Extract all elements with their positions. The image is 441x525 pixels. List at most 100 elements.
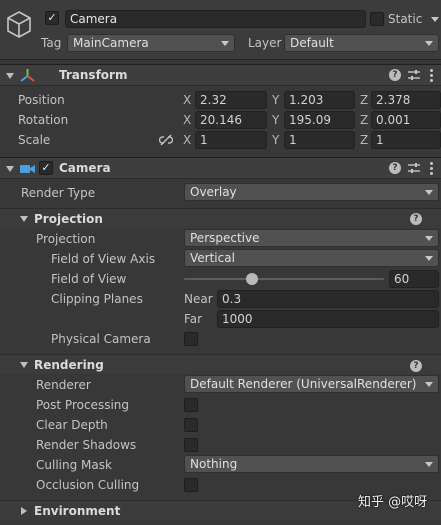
transform-header[interactable]: Transform ? — [0, 64, 441, 86]
transform-title: Transform — [59, 68, 128, 82]
chevron-down-icon — [425, 382, 433, 387]
foldout-arrow-icon[interactable] — [6, 73, 14, 79]
render-shadows-checkbox[interactable] — [184, 438, 198, 452]
help-icon[interactable]: ? — [389, 69, 401, 81]
camera-title: Camera — [59, 161, 111, 175]
scale-z-field[interactable]: 1 — [371, 131, 441, 149]
foldout-arrow-icon[interactable] — [21, 507, 27, 515]
render-type-dropdown[interactable]: Overlay — [184, 183, 439, 201]
static-dropdown-arrow[interactable] — [431, 17, 439, 22]
occlusion-culling-label: Occlusion Culling — [36, 478, 140, 492]
projection-value: Perspective — [190, 231, 260, 245]
scale-x-field[interactable]: 1 — [195, 131, 267, 149]
scale-label: Scale — [18, 133, 51, 147]
tag-value: MainCamera — [73, 36, 149, 50]
position-y-field[interactable]: 1.203 — [284, 91, 355, 109]
culling-mask-value: Nothing — [190, 457, 238, 471]
foldout-arrow-icon[interactable] — [20, 216, 28, 222]
rotation-label: Rotation — [18, 113, 69, 127]
scale-z-axis-label[interactable]: Z — [360, 131, 368, 149]
chevron-down-icon — [425, 41, 433, 46]
help-icon[interactable]: ? — [410, 213, 422, 225]
layer-label: Layer — [248, 36, 282, 50]
layer-dropdown[interactable]: Default — [284, 34, 439, 52]
rotation-x-axis-label[interactable]: X — [183, 111, 191, 129]
fov-field[interactable]: 60 — [389, 270, 439, 288]
transform-axes-icon — [20, 68, 35, 83]
foldout-arrow-icon[interactable] — [20, 362, 28, 368]
projection-section-title: Projection — [34, 212, 103, 226]
fov-label: Field of View — [51, 272, 127, 286]
near-label[interactable]: Near — [184, 290, 213, 308]
layer-value: Default — [290, 36, 334, 50]
fov-slider-thumb[interactable] — [246, 273, 258, 285]
fov-axis-dropdown[interactable]: Vertical — [184, 249, 439, 267]
position-z-field[interactable]: 2.378 — [371, 91, 441, 109]
physical-camera-label: Physical Camera — [51, 332, 151, 346]
culling-mask-dropdown[interactable]: Nothing — [184, 455, 439, 473]
render-type-value: Overlay — [190, 185, 237, 199]
kebab-menu-icon[interactable] — [430, 162, 434, 177]
scale-x-axis-label[interactable]: X — [183, 131, 191, 149]
position-x-field[interactable]: 2.32 — [195, 91, 267, 109]
clear-depth-label: Clear Depth — [36, 418, 108, 432]
renderer-dropdown[interactable]: Default Renderer (UniversalRenderer) — [184, 375, 439, 393]
static-label: Static — [388, 12, 423, 26]
physical-camera-checkbox[interactable] — [184, 332, 198, 346]
fov-slider-track — [184, 278, 384, 280]
fov-axis-value: Vertical — [190, 251, 235, 265]
fov-slider[interactable] — [184, 270, 384, 288]
watermark: 知乎 @哎呀 — [358, 495, 428, 510]
kebab-menu-icon[interactable] — [430, 69, 434, 84]
scale-y-field[interactable]: 1 — [284, 131, 355, 149]
scale-y-axis-label[interactable]: Y — [272, 131, 279, 149]
rendering-section-header[interactable]: Rendering ? — [0, 354, 441, 374]
rotation-z-axis-label[interactable]: Z — [360, 111, 368, 129]
position-z-axis-label[interactable]: Z — [360, 91, 368, 109]
camera-enabled-checkbox[interactable]: ✓ — [39, 161, 53, 175]
tag-label: Tag — [41, 36, 62, 50]
rotation-z-field[interactable]: 0.001 — [371, 111, 441, 129]
help-icon[interactable]: ? — [410, 360, 422, 372]
rotation-y-field[interactable]: 195.09 — [284, 111, 355, 129]
clipping-planes-label: Clipping Planes — [51, 292, 143, 306]
foldout-arrow-icon[interactable] — [6, 166, 14, 172]
rotation-x-field[interactable]: 20.146 — [195, 111, 267, 129]
presets-sliders-icon[interactable] — [408, 162, 420, 174]
near-field[interactable]: 0.3 — [217, 290, 439, 308]
renderer-value: Default Renderer (UniversalRenderer) — [190, 377, 417, 391]
camera-header[interactable]: ✓ Camera ? — [0, 157, 441, 179]
presets-sliders-icon[interactable] — [408, 69, 420, 81]
chevron-down-icon — [425, 462, 433, 467]
far-field[interactable]: 1000 — [217, 310, 439, 328]
chevron-down-icon — [425, 190, 433, 195]
post-processing-checkbox[interactable] — [184, 398, 198, 412]
renderer-label: Renderer — [36, 378, 91, 392]
chevron-down-icon — [425, 236, 433, 241]
fov-axis-label: Field of View Axis — [51, 252, 156, 266]
gameobject-cube-icon — [6, 10, 32, 38]
position-y-axis-label[interactable]: Y — [272, 91, 279, 109]
help-icon[interactable]: ? — [389, 162, 401, 174]
far-label[interactable]: Far — [184, 310, 202, 328]
position-label: Position — [18, 93, 65, 107]
culling-mask-label: Culling Mask — [36, 458, 112, 472]
projection-dropdown[interactable]: Perspective — [184, 229, 439, 247]
rotation-y-axis-label[interactable]: Y — [272, 111, 279, 129]
tag-dropdown[interactable]: MainCamera — [67, 34, 235, 52]
position-x-axis-label[interactable]: X — [183, 91, 191, 109]
object-name-field[interactable]: Camera — [65, 10, 366, 28]
occlusion-culling-checkbox[interactable] — [184, 478, 198, 492]
render-shadows-label: Render Shadows — [36, 438, 137, 452]
active-toggle-checkbox[interactable]: ✓ — [45, 11, 59, 25]
post-processing-label: Post Processing — [36, 398, 129, 412]
camera-icon — [20, 163, 36, 175]
rendering-section-title: Rendering — [34, 358, 104, 372]
clear-depth-checkbox[interactable] — [184, 418, 198, 432]
constrain-proportions-link-icon[interactable] — [158, 134, 174, 146]
static-checkbox[interactable] — [370, 12, 384, 26]
projection-label: Projection — [36, 232, 96, 246]
projection-section-header[interactable]: Projection ? — [0, 208, 441, 228]
render-type-label: Render Type — [21, 186, 96, 200]
environment-section-title: Environment — [34, 504, 121, 518]
